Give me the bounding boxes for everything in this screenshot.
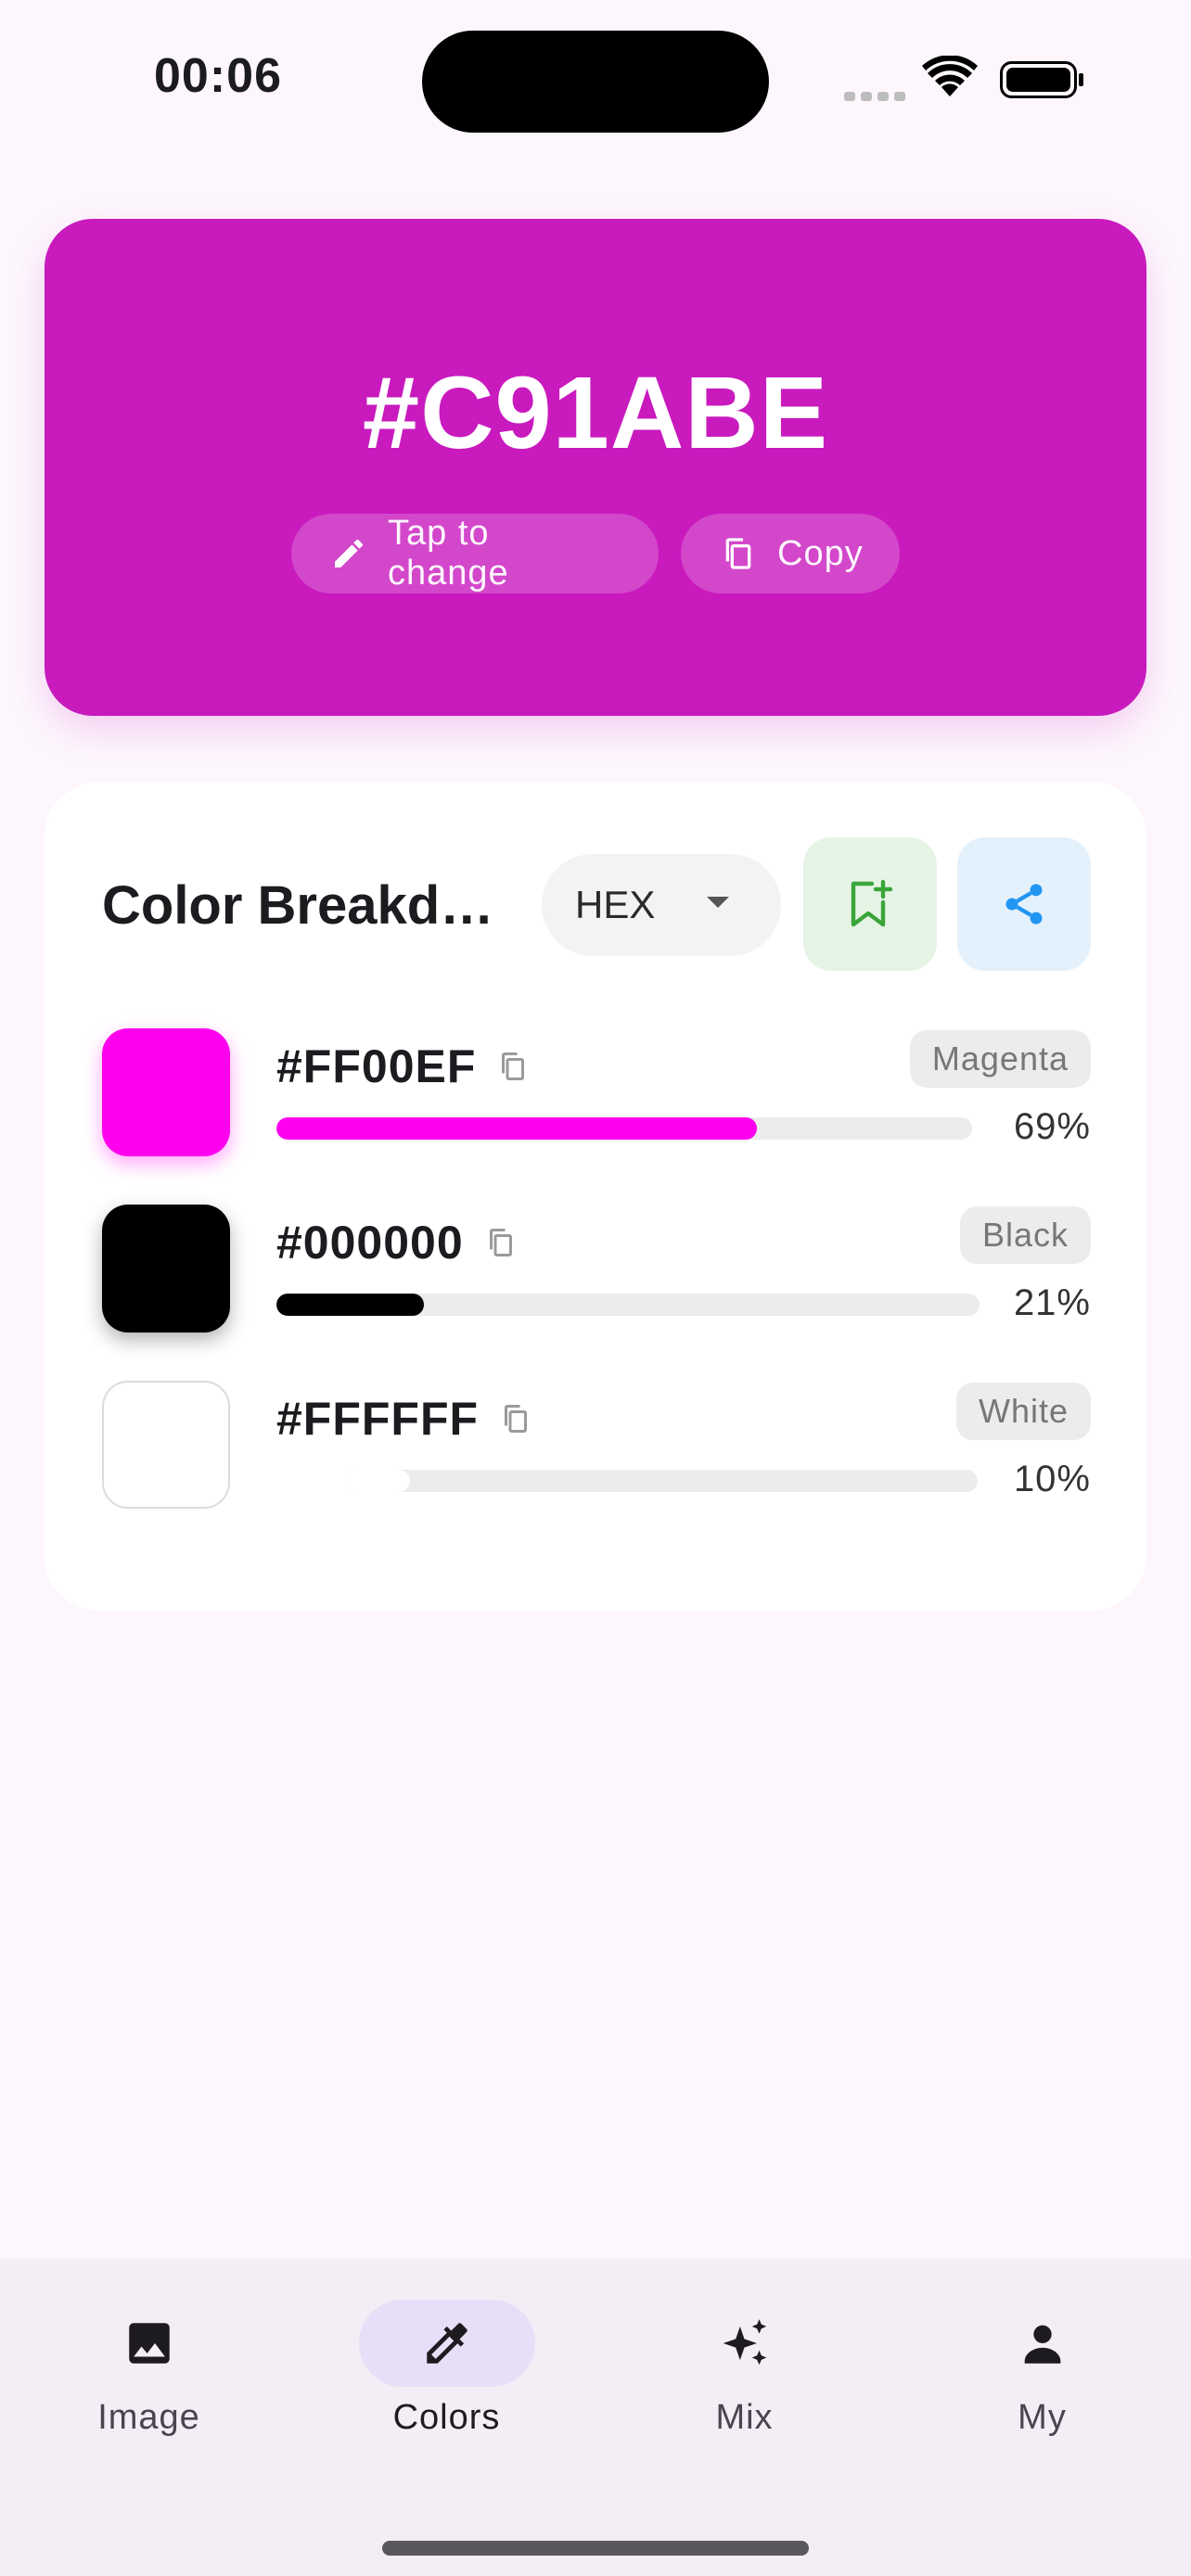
nav-label-image: Image bbox=[97, 2398, 200, 2437]
current-color-card[interactable]: #C91ABE Tap to change Copy bbox=[45, 219, 1146, 716]
tap-to-change-label: Tap to change bbox=[388, 514, 509, 593]
percent-bar bbox=[276, 1117, 972, 1140]
color-breakdown-card: Color Breakdown HEX #FF00EF Magenta 69% … bbox=[45, 782, 1146, 1611]
copy-label: Copy bbox=[777, 533, 864, 573]
color-name-chip: Magenta bbox=[909, 1030, 1091, 1088]
nav-label-mix: Mix bbox=[715, 2398, 774, 2437]
breakdown-title: Color Breakdown bbox=[102, 875, 510, 936]
dynamic-island bbox=[422, 31, 769, 133]
share-button[interactable] bbox=[957, 837, 1091, 971]
home-indicator[interactable] bbox=[382, 2541, 809, 2556]
tap-to-change-button[interactable]: Tap to change bbox=[291, 514, 659, 593]
wifi-icon bbox=[922, 56, 978, 96]
nav-icon-container bbox=[61, 2300, 237, 2387]
nav-label-my: My bbox=[1018, 2398, 1067, 2437]
row-hex: #FF00EF bbox=[276, 1039, 530, 1093]
percent-bar-fill bbox=[347, 1470, 410, 1492]
person-icon bbox=[1024, 2325, 1060, 2364]
hex-value: #FF00EF bbox=[276, 1040, 477, 1092]
copy-icon bbox=[720, 535, 757, 572]
bookmark-add-icon bbox=[851, 879, 893, 927]
bottom-navigation: Image Colors Mix My bbox=[0, 2259, 1191, 2576]
color-name-chip: Black bbox=[959, 1206, 1091, 1264]
nav-label-colors: Colors bbox=[392, 2398, 501, 2437]
share-icon bbox=[1005, 884, 1043, 925]
color-swatch[interactable] bbox=[102, 1205, 230, 1333]
hex-value: #FFFFFF bbox=[276, 1393, 480, 1445]
color-swatch[interactable] bbox=[102, 1028, 230, 1156]
nav-icon-container bbox=[954, 2300, 1131, 2387]
percent-bar bbox=[276, 1294, 980, 1316]
list-item[interactable]: #FF00EF Magenta 69% bbox=[45, 1028, 1146, 1167]
copy-icon[interactable] bbox=[496, 1048, 530, 1085]
signal-icon bbox=[844, 89, 911, 106]
percent-bar bbox=[347, 1470, 978, 1492]
eyedropper-icon bbox=[426, 2323, 467, 2364]
nav-item-my[interactable]: My bbox=[893, 2300, 1191, 2448]
list-item[interactable]: #FFFFFF White 10% bbox=[45, 1381, 1146, 1520]
current-color-hex[interactable]: #C91ABE bbox=[45, 354, 1146, 472]
percent-label: 21% bbox=[1013, 1282, 1091, 1323]
screen: 00:06 #C91ABE Tap to change Copy Color B… bbox=[0, 0, 1191, 2576]
image-icon bbox=[128, 2323, 170, 2364]
nav-item-colors[interactable]: Colors bbox=[298, 2300, 596, 2448]
hero-actions: Tap to change Copy bbox=[45, 514, 1146, 593]
copy-icon[interactable] bbox=[499, 1400, 532, 1437]
color-swatch[interactable] bbox=[102, 1381, 230, 1509]
nav-item-mix[interactable]: Mix bbox=[596, 2300, 893, 2448]
battery-icon bbox=[1000, 61, 1083, 98]
copy-hex-button[interactable]: Copy bbox=[681, 514, 900, 593]
format-value: HEX bbox=[575, 883, 656, 926]
nav-icon-container bbox=[358, 2300, 535, 2387]
percent-bar-fill bbox=[276, 1294, 425, 1316]
percent-label: 10% bbox=[1013, 1459, 1091, 1499]
sparkle-icon bbox=[723, 2319, 766, 2366]
chevron-down-icon bbox=[707, 897, 729, 908]
save-color-button[interactable] bbox=[803, 837, 937, 971]
pencil-icon bbox=[330, 535, 367, 572]
row-hex: #000000 bbox=[276, 1216, 518, 1269]
hex-value: #000000 bbox=[276, 1217, 464, 1269]
percent-bar-fill bbox=[276, 1117, 757, 1140]
status-time: 00:06 bbox=[154, 49, 282, 103]
list-item[interactable]: #000000 Black 21% bbox=[45, 1205, 1146, 1344]
copy-icon[interactable] bbox=[484, 1224, 518, 1261]
nav-icon-container bbox=[657, 2300, 833, 2387]
row-hex: #FFFFFF bbox=[276, 1392, 532, 1446]
status-indicators bbox=[842, 56, 1093, 104]
color-name-chip: White bbox=[955, 1383, 1091, 1440]
format-dropdown[interactable]: HEX bbox=[542, 854, 781, 956]
percent-label: 69% bbox=[1013, 1106, 1091, 1147]
nav-item-image[interactable]: Image bbox=[0, 2300, 298, 2448]
